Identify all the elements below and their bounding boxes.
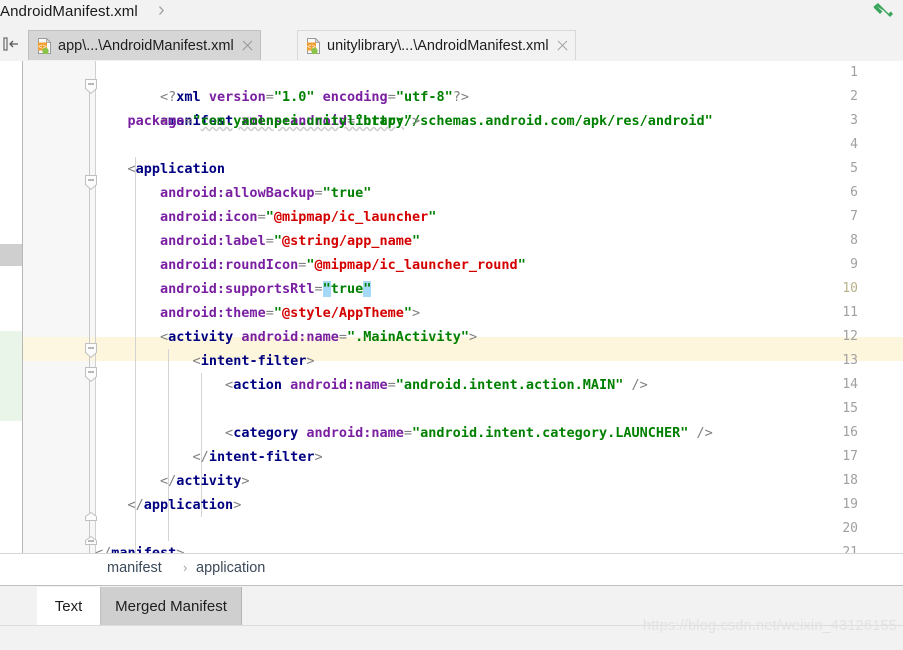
code-line-14: <action android:name="android.intent.act… — [225, 377, 648, 393]
editor-tab-app-manifest[interactable]: <> app\...\AndroidManifest.xml — [28, 30, 261, 60]
code-line-2: <manifest xmlns:android="http://schemas.… — [160, 113, 713, 129]
code-line-18: </activity> — [160, 473, 250, 489]
code-line-16: <category android:name="android.intent.c… — [225, 425, 713, 441]
file-breadcrumb[interactable]: AndroidManifest.xml — [0, 3, 138, 20]
change-marker-gray[interactable] — [0, 244, 22, 266]
bottom-tab-merged-manifest[interactable]: Merged Manifest — [101, 587, 242, 625]
hammer-icon[interactable] — [869, 2, 895, 26]
collapse-sidebar-icon[interactable] — [2, 34, 24, 54]
breadcrumb-item-manifest[interactable]: manifest — [107, 560, 162, 576]
android-studio-editor-window: AndroidManifest.xml › <> app\...\Android… — [0, 0, 903, 650]
code-content[interactable]: <?xml version="1.0" encoding="utf-8"?> <… — [95, 61, 903, 553]
code-line-8: android:label="@string/app_name" — [160, 233, 421, 249]
gutter-divider — [22, 61, 23, 553]
code-line-10: android:supportsRtl="true" — [160, 281, 372, 297]
code-line-1: <?xml version="1.0" encoding="utf-8"?> — [160, 89, 469, 105]
code-line-13: <intent-filter> — [192, 353, 315, 369]
bottom-tab-text[interactable]: Text — [37, 587, 101, 625]
code-line-19: </application> — [127, 497, 242, 513]
editor-left-marker-strip — [0, 61, 22, 553]
fold-marker-column[interactable] — [84, 61, 97, 553]
code-line-21: </manifest> — [95, 545, 185, 553]
title-bar: AndroidManifest.xml › — [0, 0, 903, 28]
editor-tab-label: unitylibrary\...\AndroidManifest.xml — [327, 37, 549, 54]
xml-file-icon: <> — [306, 37, 321, 54]
editor-tab-strip: <> app\...\AndroidManifest.xml <> unityl… — [0, 28, 903, 62]
code-line-9: android:roundIcon="@mipmap/ic_launcher_r… — [160, 257, 526, 273]
watermark-text: https://blog.csdn.net/weixin_43126155 — [642, 618, 897, 634]
code-line-11: android:theme="@style/AppTheme"> — [160, 305, 421, 321]
code-line-3: package="com.yaoenpei.unitylibrary"> — [127, 113, 421, 129]
code-line-12: <activity android:name=".MainActivity"> — [160, 329, 478, 345]
code-line-17: </intent-filter> — [192, 449, 323, 465]
close-icon[interactable] — [241, 39, 254, 52]
code-editor[interactable]: 1 2 3 4 5 6 7 8 9 10 11 12 13 14 15 16 17 18 19 20 21 — [0, 61, 903, 553]
breadcrumb-chevron-icon: › — [158, 0, 165, 21]
code-line-7: android:icon="@mipmap/ic_launcher" — [160, 209, 437, 225]
breadcrumb-separator-icon: › — [183, 560, 188, 575]
code-line-6: android:allowBackup="true" — [160, 185, 372, 201]
code-line-5: <application — [127, 161, 226, 177]
xml-structure-breadcrumb: manifest › application — [0, 553, 903, 586]
breadcrumb-item-application[interactable]: application — [196, 560, 265, 576]
xml-file-icon: <> — [37, 37, 52, 54]
bottom-tab-spacer — [20, 587, 38, 625]
editor-tab-unitylibrary-manifest[interactable]: <> unitylibrary\...\AndroidManifest.xml — [297, 30, 576, 60]
close-icon[interactable] — [556, 39, 569, 52]
change-marker-green[interactable] — [0, 331, 22, 421]
editor-tab-label: app\...\AndroidManifest.xml — [58, 37, 234, 54]
